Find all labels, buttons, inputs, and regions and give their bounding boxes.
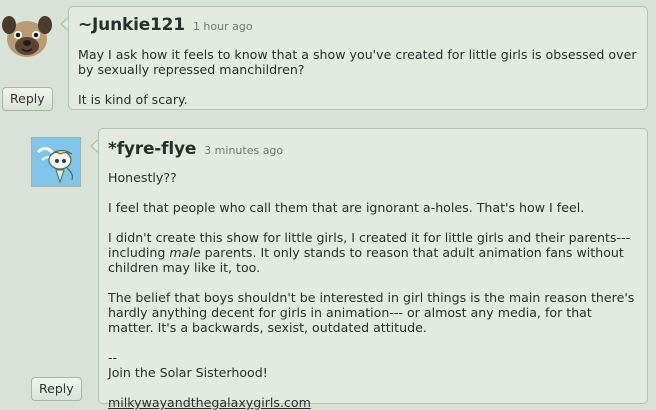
fairy-avatar-icon [32, 138, 80, 186]
comment-body: Honestly?? I feel that people who call t… [108, 170, 639, 410]
comment-paragraph: It is kind of scary. [78, 92, 188, 107]
comment-paragraph: The belief that boys shouldn't be intere… [108, 290, 635, 335]
avatar-fyre-flye[interactable] [31, 137, 81, 187]
signature-dashes: -- [108, 350, 118, 365]
comment-paragraph: Honestly?? [108, 170, 177, 185]
pug-avatar-icon [2, 11, 52, 61]
comment-timestamp[interactable]: 3 minutes ago [204, 144, 283, 157]
signature: -- Join the Solar Sisterhood! milkywayandt… [108, 350, 639, 410]
comment-header: ~Junkie121 1 hour ago [78, 15, 253, 35]
comment-card: ~Junkie121 1 hour ago May I ask how it fe… [68, 6, 648, 110]
comment-username[interactable]: *fyre-flye [108, 139, 196, 159]
comment-body: May I ask how it feels to know that a sh… [78, 47, 639, 122]
avatar-junkie121[interactable] [2, 11, 52, 61]
reply-button[interactable]: Reply [2, 87, 53, 111]
signature-link[interactable]: milkywayandthegalaxygirls.com [108, 395, 311, 410]
comment-timestamp[interactable]: 1 hour ago [193, 20, 253, 33]
signature-text: Join the Solar Sisterhood! [108, 365, 268, 380]
comment-header: *fyre-flye 3 minutes ago [108, 139, 283, 159]
comment-paragraph: I didn't create this show for little gir… [108, 230, 639, 275]
comment-card: *fyre-flye 3 minutes ago Honestly?? I fee… [98, 128, 648, 410]
reply-button[interactable]: Reply [31, 377, 82, 401]
comment-paragraph: I feel that people who call them that ar… [108, 200, 585, 215]
comment-username[interactable]: ~Junkie121 [78, 15, 185, 35]
emphasized-text: male [169, 245, 201, 260]
comment-paragraph: May I ask how it feels to know that a sh… [78, 47, 637, 77]
